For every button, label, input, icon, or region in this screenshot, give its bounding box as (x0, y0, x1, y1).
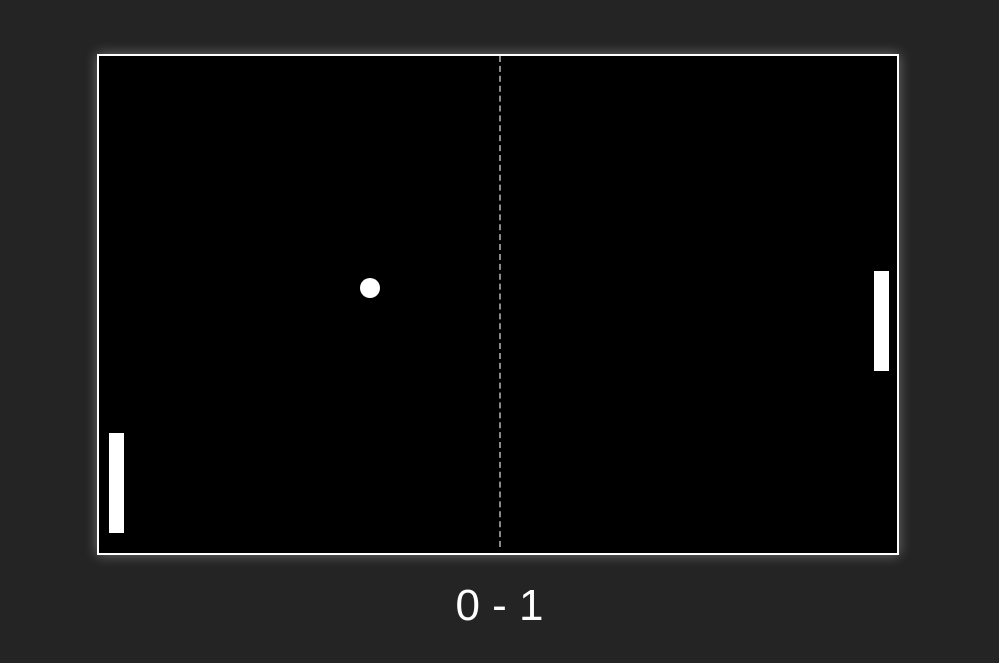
center-net (499, 56, 501, 547)
left-paddle[interactable] (109, 433, 124, 533)
scoreboard: 0 - 1 (455, 581, 544, 630)
right-paddle[interactable] (874, 271, 889, 371)
game-court[interactable] (97, 54, 899, 555)
ball (360, 278, 380, 298)
